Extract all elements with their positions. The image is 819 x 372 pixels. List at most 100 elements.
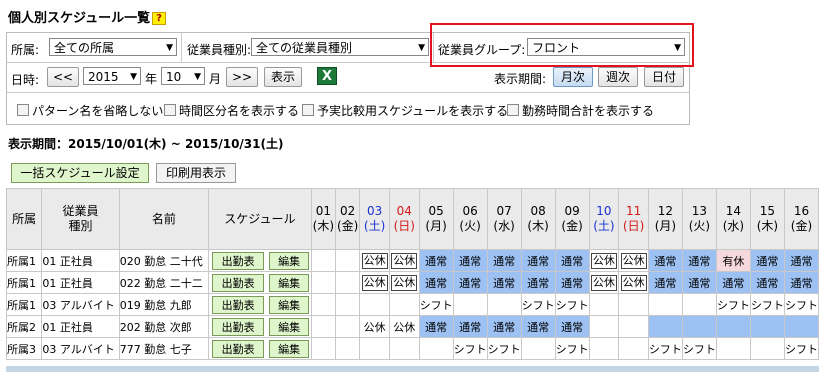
edit-button[interactable]: 編集 xyxy=(269,317,310,336)
period-monthly-button[interactable]: 月次 xyxy=(553,67,593,87)
day-cell[interactable]: 通常 xyxy=(749,271,785,294)
day-cell[interactable]: シフト xyxy=(520,293,556,316)
day-cell[interactable]: シフト xyxy=(452,337,488,360)
day-cell[interactable] xyxy=(588,293,620,316)
checkbox-show-comparison[interactable]: 予実比較用スケジュールを表示する xyxy=(302,102,508,119)
checkbox-box[interactable] xyxy=(164,104,176,116)
checkbox-box[interactable] xyxy=(17,104,29,116)
day-cell[interactable]: 公休 xyxy=(388,249,420,272)
day-cell[interactable] xyxy=(681,315,717,338)
day-cell[interactable] xyxy=(588,337,620,360)
day-cell[interactable]: 通常 xyxy=(418,271,454,294)
day-cell[interactable]: 通常 xyxy=(486,271,522,294)
day-cell[interactable]: 通常 xyxy=(647,271,683,294)
day-cell[interactable]: シフト xyxy=(749,293,785,316)
day-cell[interactable]: シフト xyxy=(783,337,819,360)
day-cell[interactable] xyxy=(749,315,785,338)
day-cell[interactable] xyxy=(618,315,649,338)
day-cell[interactable] xyxy=(334,315,361,338)
checkbox-box[interactable] xyxy=(507,104,519,116)
day-cell[interactable]: シフト xyxy=(783,293,819,316)
edit-button[interactable]: 編集 xyxy=(269,273,310,292)
day-cell[interactable]: 公休 xyxy=(618,271,649,294)
edit-button[interactable]: 編集 xyxy=(269,251,310,270)
day-cell[interactable]: 公休 xyxy=(359,249,390,272)
day-cell[interactable]: 公休 xyxy=(359,315,390,338)
day-cell[interactable]: 通常 xyxy=(554,315,590,338)
day-cell[interactable] xyxy=(618,337,649,360)
day-cell[interactable] xyxy=(359,293,390,316)
day-cell[interactable] xyxy=(647,293,683,316)
checkbox-show-time-category[interactable]: 時間区分名を表示する xyxy=(164,102,299,119)
day-cell[interactable] xyxy=(334,271,361,294)
employee-type-select[interactable]: 全ての従業員種別 ▼ xyxy=(251,38,429,56)
attendance-sheet-button[interactable]: 出勤表 xyxy=(212,251,265,270)
checkbox-show-total-hours[interactable]: 勤務時間合計を表示する xyxy=(507,102,654,119)
day-cell[interactable] xyxy=(486,293,522,316)
day-cell[interactable]: 公休 xyxy=(588,271,620,294)
day-cell[interactable] xyxy=(418,337,454,360)
help-icon[interactable]: ? xyxy=(152,12,166,25)
day-cell[interactable]: 通常 xyxy=(486,315,522,338)
day-cell[interactable] xyxy=(715,337,751,360)
day-cell[interactable] xyxy=(749,337,785,360)
prev-month-button[interactable]: << xyxy=(47,67,79,87)
attendance-sheet-button[interactable]: 出勤表 xyxy=(212,273,265,292)
day-cell[interactable]: シフト xyxy=(554,293,590,316)
day-cell[interactable]: 通常 xyxy=(486,249,522,272)
attendance-sheet-button[interactable]: 出勤表 xyxy=(212,295,265,314)
attendance-sheet-button[interactable]: 出勤表 xyxy=(212,317,265,336)
day-cell[interactable]: 通常 xyxy=(681,249,717,272)
day-cell[interactable] xyxy=(520,337,556,360)
day-cell[interactable]: 公休 xyxy=(588,249,620,272)
day-cell[interactable] xyxy=(334,293,361,316)
day-cell[interactable]: 通常 xyxy=(418,249,454,272)
day-cell[interactable]: 通常 xyxy=(647,249,683,272)
day-cell[interactable] xyxy=(310,315,336,338)
year-select[interactable]: 2015 ▼ xyxy=(83,67,141,85)
day-cell[interactable] xyxy=(715,315,751,338)
day-cell[interactable] xyxy=(310,249,336,272)
day-cell[interactable] xyxy=(388,337,420,360)
print-view-button[interactable]: 印刷用表示 xyxy=(156,163,236,183)
checkbox-show-full-pattern[interactable]: パターン名を省略しない xyxy=(17,102,163,119)
day-cell[interactable]: 公休 xyxy=(388,315,420,338)
attendance-sheet-button[interactable]: 出勤表 xyxy=(212,339,265,358)
day-cell[interactable] xyxy=(588,315,620,338)
period-daily-button[interactable]: 日付 xyxy=(644,67,684,87)
day-cell[interactable]: シフト xyxy=(418,293,454,316)
day-cell[interactable]: シフト xyxy=(715,293,751,316)
day-cell[interactable]: シフト xyxy=(681,337,717,360)
day-cell[interactable] xyxy=(310,271,336,294)
day-cell[interactable]: 通常 xyxy=(783,249,819,272)
day-cell[interactable]: 通常 xyxy=(520,271,556,294)
affiliation-select[interactable]: 全ての所属 ▼ xyxy=(49,38,177,56)
day-cell[interactable] xyxy=(359,337,390,360)
day-cell[interactable] xyxy=(452,293,488,316)
day-cell[interactable]: 通常 xyxy=(715,271,751,294)
day-cell[interactable]: 公休 xyxy=(359,271,390,294)
day-cell[interactable] xyxy=(681,293,717,316)
day-cell[interactable]: 通常 xyxy=(783,271,819,294)
day-cell[interactable]: 通常 xyxy=(749,249,785,272)
day-cell[interactable]: 通常 xyxy=(452,271,488,294)
day-cell[interactable]: 通常 xyxy=(520,249,556,272)
day-cell[interactable]: 公休 xyxy=(388,271,420,294)
edit-button[interactable]: 編集 xyxy=(269,295,310,314)
day-cell[interactable]: 通常 xyxy=(554,249,590,272)
day-cell[interactable]: 通常 xyxy=(681,271,717,294)
day-cell[interactable]: 通常 xyxy=(452,249,488,272)
show-button[interactable]: 表示 xyxy=(264,67,302,87)
next-month-button[interactable]: >> xyxy=(226,67,258,87)
day-cell[interactable] xyxy=(783,315,819,338)
day-cell[interactable]: 通常 xyxy=(418,315,454,338)
day-cell[interactable] xyxy=(618,293,649,316)
day-cell[interactable]: シフト xyxy=(486,337,522,360)
checkbox-box[interactable] xyxy=(302,104,314,116)
day-cell[interactable]: シフト xyxy=(554,337,590,360)
bulk-schedule-button[interactable]: 一括スケジュール設定 xyxy=(11,163,149,183)
day-cell[interactable] xyxy=(310,293,336,316)
day-cell[interactable] xyxy=(334,337,361,360)
month-select[interactable]: 10 ▼ xyxy=(161,67,205,85)
day-cell[interactable] xyxy=(647,315,683,338)
